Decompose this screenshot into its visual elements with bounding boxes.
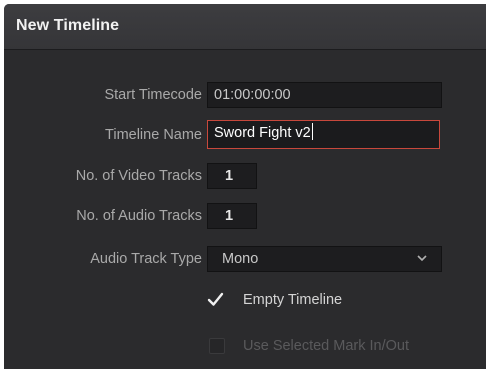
start-timecode-field[interactable]: 01:00:00:00 [207, 82, 442, 108]
audio-tracks-field[interactable]: 1 [207, 203, 257, 229]
empty-timeline-checkbox[interactable] [207, 291, 224, 308]
dialog-titlebar: New Timeline [4, 4, 486, 50]
timeline-name-value: Sword Fight v2 [214, 125, 311, 141]
audio-track-type-value: Mono [222, 251, 259, 267]
video-tracks-label: No. of Video Tracks [75, 168, 202, 184]
audio-tracks-label: No. of Audio Tracks [76, 208, 202, 224]
use-selected-mark-label: Use Selected Mark In/Out [243, 338, 410, 354]
timeline-name-field[interactable]: Sword Fight v2 [207, 120, 440, 149]
start-timecode-label: Start Timecode [104, 87, 202, 103]
use-selected-mark-checkbox [209, 338, 225, 354]
dialog-title: New Timeline [16, 17, 120, 34]
audio-track-type-label: Audio Track Type [90, 251, 202, 267]
timeline-name-label: Timeline Name [105, 127, 202, 143]
audio-track-type-select[interactable]: Mono [207, 246, 442, 272]
text-caret [311, 123, 313, 140]
video-tracks-field[interactable]: 1 [207, 163, 257, 189]
checkmark-icon [207, 292, 224, 306]
empty-timeline-label: Empty Timeline [243, 292, 343, 308]
chevron-down-icon [417, 255, 427, 262]
new-timeline-dialog: New Timeline Start Timecode 01:00:00:00 … [4, 4, 486, 369]
